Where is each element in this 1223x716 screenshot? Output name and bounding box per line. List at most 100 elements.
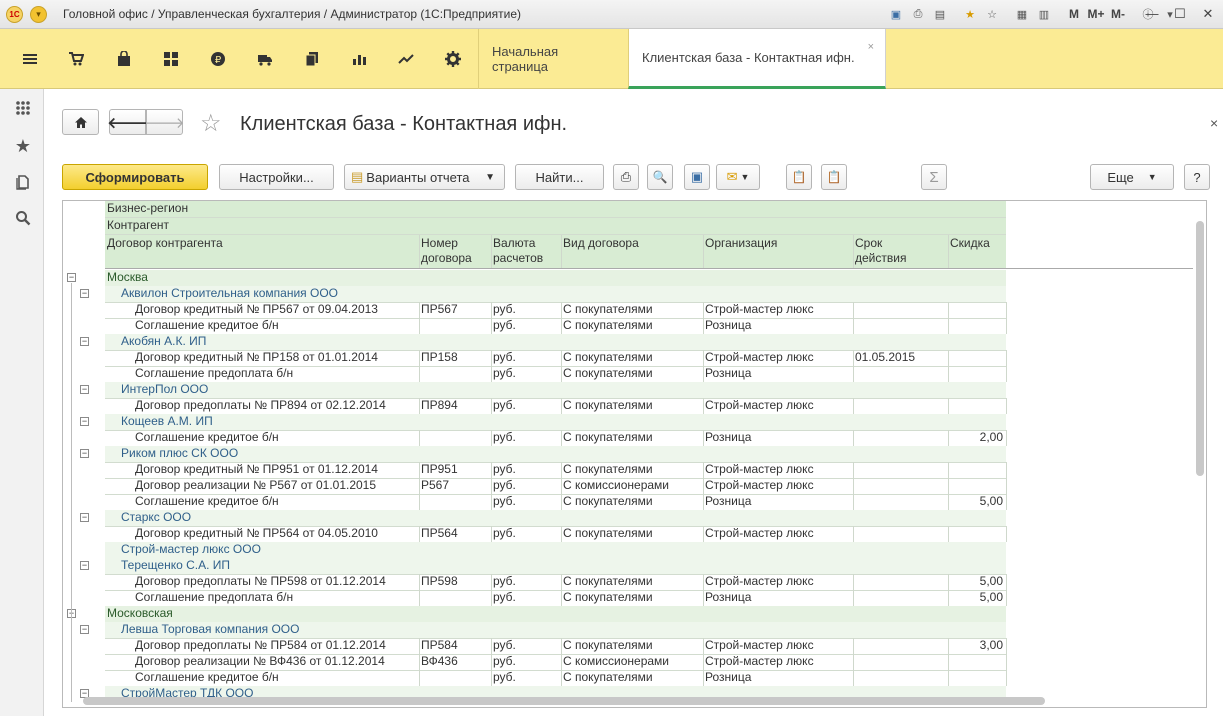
column-header[interactable]: Валюта расчетов xyxy=(493,236,560,266)
find-button[interactable]: Найти... xyxy=(515,164,604,190)
region-group-row[interactable]: Москва − xyxy=(63,270,1198,287)
favorite-icon[interactable]: ☆ xyxy=(982,5,1002,23)
generate-button[interactable]: Сформировать xyxy=(62,164,208,190)
copy-report-button[interactable]: 📋 xyxy=(786,164,812,190)
paste-report-button[interactable]: 📋 xyxy=(821,164,847,190)
table-cell: С покупателями xyxy=(563,350,653,364)
report-spreadsheet[interactable]: Бизнес-регион Контрагент Договор контраген… xyxy=(62,200,1207,708)
folder-icon: ▤ xyxy=(351,169,364,184)
table-cell: руб. xyxy=(493,478,516,492)
collapse-toggle[interactable]: − xyxy=(80,561,89,570)
tab-home[interactable]: Начальная страница xyxy=(478,29,628,89)
memory-plus-button[interactable]: M+ xyxy=(1086,5,1106,23)
counterparty-group-row[interactable]: Акобян А.К. ИП − xyxy=(63,334,1198,351)
contract-row[interactable]: Договор реализации № Р567 от 01.01.2015 Р… xyxy=(63,478,1198,495)
memory-minus-button[interactable]: M- xyxy=(1108,5,1128,23)
contract-row[interactable]: Договор предоплаты № ПР894 от 02.12.2014… xyxy=(63,398,1198,415)
bag-icon[interactable] xyxy=(113,49,135,69)
column-header[interactable]: Договор контрагента xyxy=(107,236,418,251)
more-button[interactable]: Еще ▼ xyxy=(1090,164,1174,190)
print-icon[interactable]: ⎙ xyxy=(908,5,928,23)
print-button[interactable]: ⎙ xyxy=(613,164,639,190)
star-icon[interactable]: ★ xyxy=(14,136,32,156)
column-header[interactable]: Организация xyxy=(705,236,852,251)
table-cell: С покупателями xyxy=(563,590,653,604)
counterparty-group-row[interactable]: Риком плюс СК ООО − xyxy=(63,446,1198,463)
table-cell: ПР158 xyxy=(421,350,458,364)
favorite-add-icon[interactable]: ★ xyxy=(960,5,980,23)
contract-row[interactable]: Соглашение предоплата б/н руб. С покупател… xyxy=(63,590,1198,607)
contract-row[interactable]: Соглашение кредитое б/н руб. С покупателям… xyxy=(63,494,1198,511)
back-button[interactable]: 🡐 xyxy=(107,109,148,135)
counterparty-group-row[interactable]: Кощеев А.М. ИП − xyxy=(63,414,1198,431)
region-group-row[interactable]: Московская− xyxy=(63,606,1198,623)
horizontal-scrollbar[interactable] xyxy=(83,697,1045,705)
collapse-toggle[interactable]: − xyxy=(80,513,89,522)
contract-row[interactable]: Договор реализации № ВФ436 от 01.12.2014… xyxy=(63,654,1198,671)
vertical-scrollbar[interactable] xyxy=(1196,221,1204,476)
contract-row[interactable]: Договор кредитный № ПР951 от 01.12.2014 П… xyxy=(63,462,1198,479)
column-header[interactable]: Номер договора xyxy=(421,236,490,266)
documents-icon[interactable] xyxy=(301,49,323,69)
column-header[interactable]: Скидка xyxy=(950,236,1005,251)
contract-row[interactable]: Договор кредитный № ПР564 от 04.05.2010 П… xyxy=(63,526,1198,543)
maximize-button[interactable]: ☐ xyxy=(1166,3,1194,25)
collapse-toggle[interactable]: − xyxy=(67,273,76,282)
save-button[interactable]: ▣ xyxy=(684,164,710,190)
help-button[interactable]: ? xyxy=(1184,164,1210,190)
report-variants-button[interactable]: ▤ Варианты отчета ▼ xyxy=(344,164,505,190)
counterparty-group-row[interactable]: ИнтерПол ООО − xyxy=(63,382,1198,399)
counterparty-group-row[interactable]: Строй-мастер люкс ООО xyxy=(63,542,1198,559)
truck-icon[interactable] xyxy=(254,49,276,69)
ruble-icon[interactable]: ₽ xyxy=(207,49,229,69)
calculator-icon[interactable]: ▦ xyxy=(1012,5,1032,23)
tab-close-icon[interactable]: × xyxy=(868,41,874,53)
grid-icon[interactable] xyxy=(160,49,182,69)
preview-icon[interactable]: ▤ xyxy=(930,5,950,23)
contract-row[interactable]: Соглашение кредитое б/н руб. С покупателям… xyxy=(63,318,1198,335)
contract-row[interactable]: Соглашение кредитое б/н руб. С покупателям… xyxy=(63,430,1198,447)
counterparty-group-row[interactable]: Старкс ООО − xyxy=(63,510,1198,527)
calendar-icon[interactable]: ▥ xyxy=(1034,5,1054,23)
preview-button[interactable]: 🔍 xyxy=(647,164,673,190)
collapse-toggle[interactable]: − xyxy=(80,625,89,634)
counterparty-group-row[interactable]: Терещенко С.А. ИП − xyxy=(63,558,1198,575)
close-window-button[interactable]: ✕ xyxy=(1194,3,1222,25)
history-icon[interactable] xyxy=(14,173,32,191)
close-form-icon[interactable]: × xyxy=(1210,115,1218,131)
contract-row[interactable]: Договор предоплаты № ПР598 от 01.12.2014… xyxy=(63,574,1198,591)
collapse-toggle[interactable]: − xyxy=(80,417,89,426)
contract-row[interactable]: Договор кредитный № ПР158 от 01.01.2014 П… xyxy=(63,350,1198,367)
contract-row[interactable]: Соглашение кредитое б/н руб. С покупателям… xyxy=(63,670,1198,687)
settings-button[interactable]: Настройки... xyxy=(219,164,334,190)
minimize-button[interactable]: — xyxy=(1138,3,1166,25)
home-button[interactable] xyxy=(62,109,99,135)
counterparty-group-row[interactable]: Аквилон Строительная компания ООО − xyxy=(63,286,1198,303)
bar-chart-icon[interactable] xyxy=(348,49,370,69)
counterparty-group-row[interactable]: Левша Торговая компания ООО − xyxy=(63,622,1198,639)
contract-row[interactable]: Соглашение предоплата б/н руб. С покупател… xyxy=(63,366,1198,383)
column-header[interactable]: Вид договора xyxy=(563,236,702,251)
sum-button[interactable]: Σ xyxy=(921,164,947,190)
apps-icon[interactable] xyxy=(14,99,32,117)
contract-row[interactable]: Договор кредитный № ПР567 от 09.04.2013 П… xyxy=(63,302,1198,319)
table-cell: руб. xyxy=(493,318,516,332)
forward-button[interactable]: 🡒 xyxy=(144,109,185,135)
search-icon[interactable] xyxy=(14,209,32,227)
app-menu-button[interactable]: ▾ xyxy=(30,6,47,23)
collapse-toggle[interactable]: − xyxy=(80,337,89,346)
tab-client-base[interactable]: Клиентская база - Контактная ифн. × xyxy=(628,29,886,89)
menu-icon[interactable] xyxy=(19,49,41,69)
contract-row[interactable]: Договор предоплаты № ПР584 от 01.12.2014… xyxy=(63,638,1198,655)
collapse-toggle[interactable]: − xyxy=(80,385,89,394)
favorite-star-icon[interactable]: ☆ xyxy=(200,109,222,138)
save-icon[interactable]: ▣ xyxy=(886,5,906,23)
trend-icon[interactable] xyxy=(395,49,417,69)
cart-icon[interactable] xyxy=(65,49,87,69)
send-mail-button[interactable]: ✉ ▼ xyxy=(716,164,760,190)
memory-m-button[interactable]: M xyxy=(1064,5,1084,23)
column-header[interactable]: Срок действия xyxy=(855,236,947,266)
collapse-toggle[interactable]: − xyxy=(80,289,89,298)
gear-icon[interactable] xyxy=(442,49,464,69)
collapse-toggle[interactable]: − xyxy=(80,449,89,458)
